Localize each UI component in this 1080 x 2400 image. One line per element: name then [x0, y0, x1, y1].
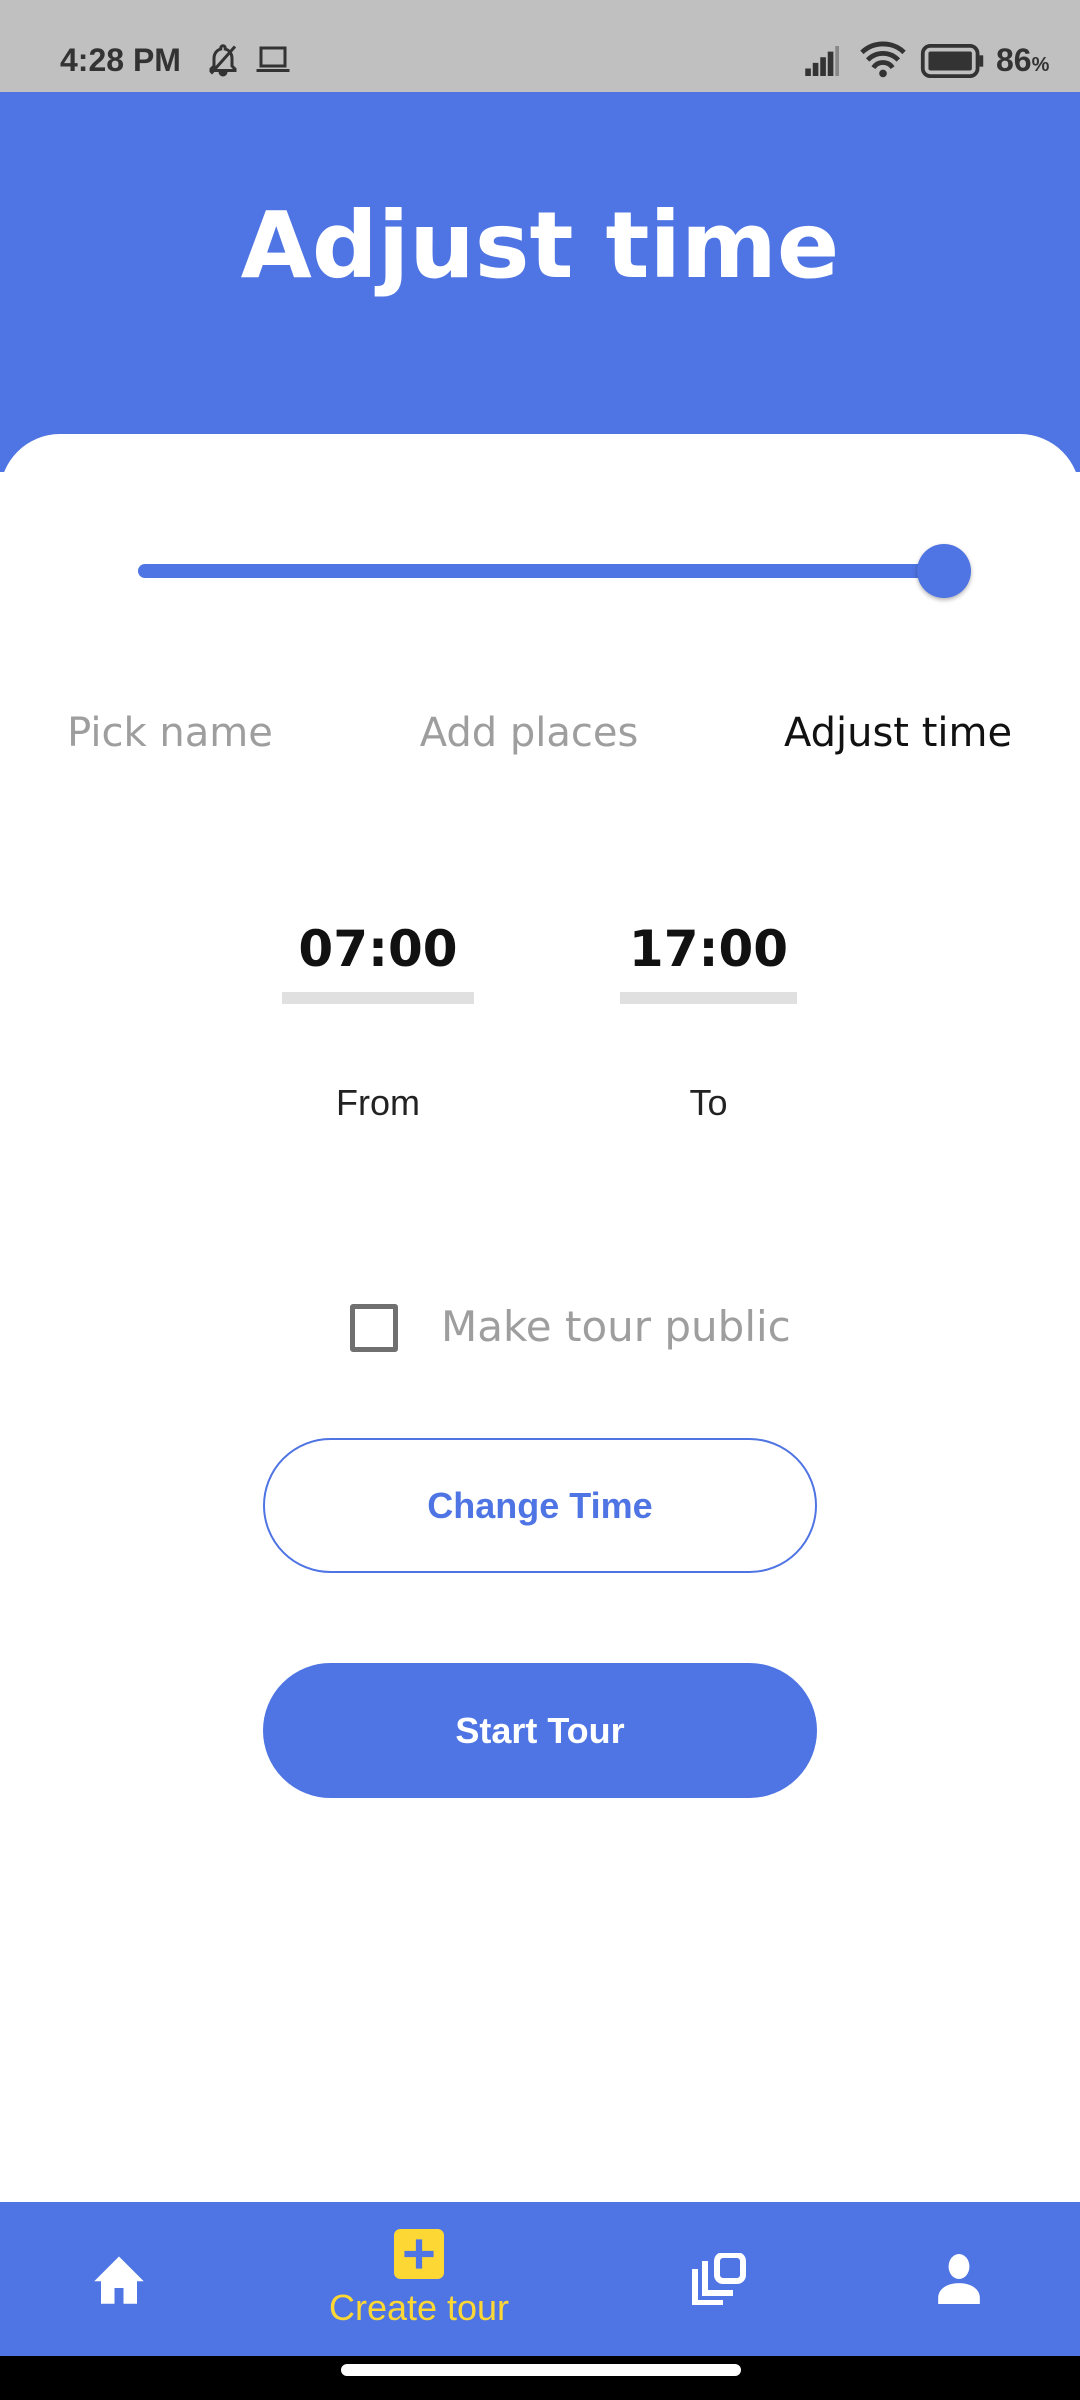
status-time: 4:28 PM [60, 42, 181, 78]
to-time-field[interactable]: 17:00 [620, 920, 797, 1004]
library-icon [692, 2253, 746, 2305]
person-icon [938, 2254, 980, 2304]
step-pick-name[interactable]: Pick name [0, 710, 350, 756]
bottom-nav: Create tour [0, 2202, 1080, 2356]
status-bar: 4:28 PM 86% [0, 0, 1080, 92]
from-time-underline [282, 992, 474, 1004]
page-title: Adjust time [240, 192, 840, 299]
change-time-button[interactable]: Change Time [263, 1438, 817, 1573]
home-icon [94, 2256, 144, 2304]
from-label: From [336, 1082, 420, 1123]
laptop-icon [256, 46, 290, 72]
battery-unit: % [1031, 54, 1050, 76]
nav-profile[interactable] [859, 2202, 1059, 2356]
progress-slider-thumb[interactable] [917, 544, 971, 598]
system-nav-bar [0, 2356, 1080, 2400]
battery-icon [920, 44, 984, 78]
signal-icon [805, 46, 839, 76]
step-add-places[interactable]: Add places [349, 710, 709, 756]
to-time-underline [620, 992, 797, 1004]
bell-off-icon [209, 44, 237, 77]
progress-slider-track[interactable] [138, 564, 944, 578]
nav-home[interactable] [19, 2202, 219, 2356]
from-time-field[interactable]: 07:00 [282, 920, 474, 1004]
battery-level: 86 [996, 42, 1032, 78]
from-time-value: 07:00 [298, 920, 458, 978]
make-public-checkbox[interactable] [350, 1304, 398, 1352]
start-tour-button[interactable]: Start Tour [263, 1663, 817, 1798]
add-box-icon [394, 2229, 444, 2279]
step-adjust-time[interactable]: Adjust time [718, 710, 1078, 756]
make-public-label[interactable]: Make tour public [441, 1302, 791, 1351]
home-gesture-pill[interactable] [341, 2364, 741, 2376]
wifi-icon [860, 41, 906, 78]
nav-create-tour[interactable]: Create tour [319, 2202, 519, 2356]
to-time-value: 17:00 [628, 920, 789, 978]
nav-library[interactable] [619, 2202, 819, 2356]
to-label: To [689, 1082, 728, 1123]
nav-create-tour-label: Create tour [328, 2287, 510, 2328]
